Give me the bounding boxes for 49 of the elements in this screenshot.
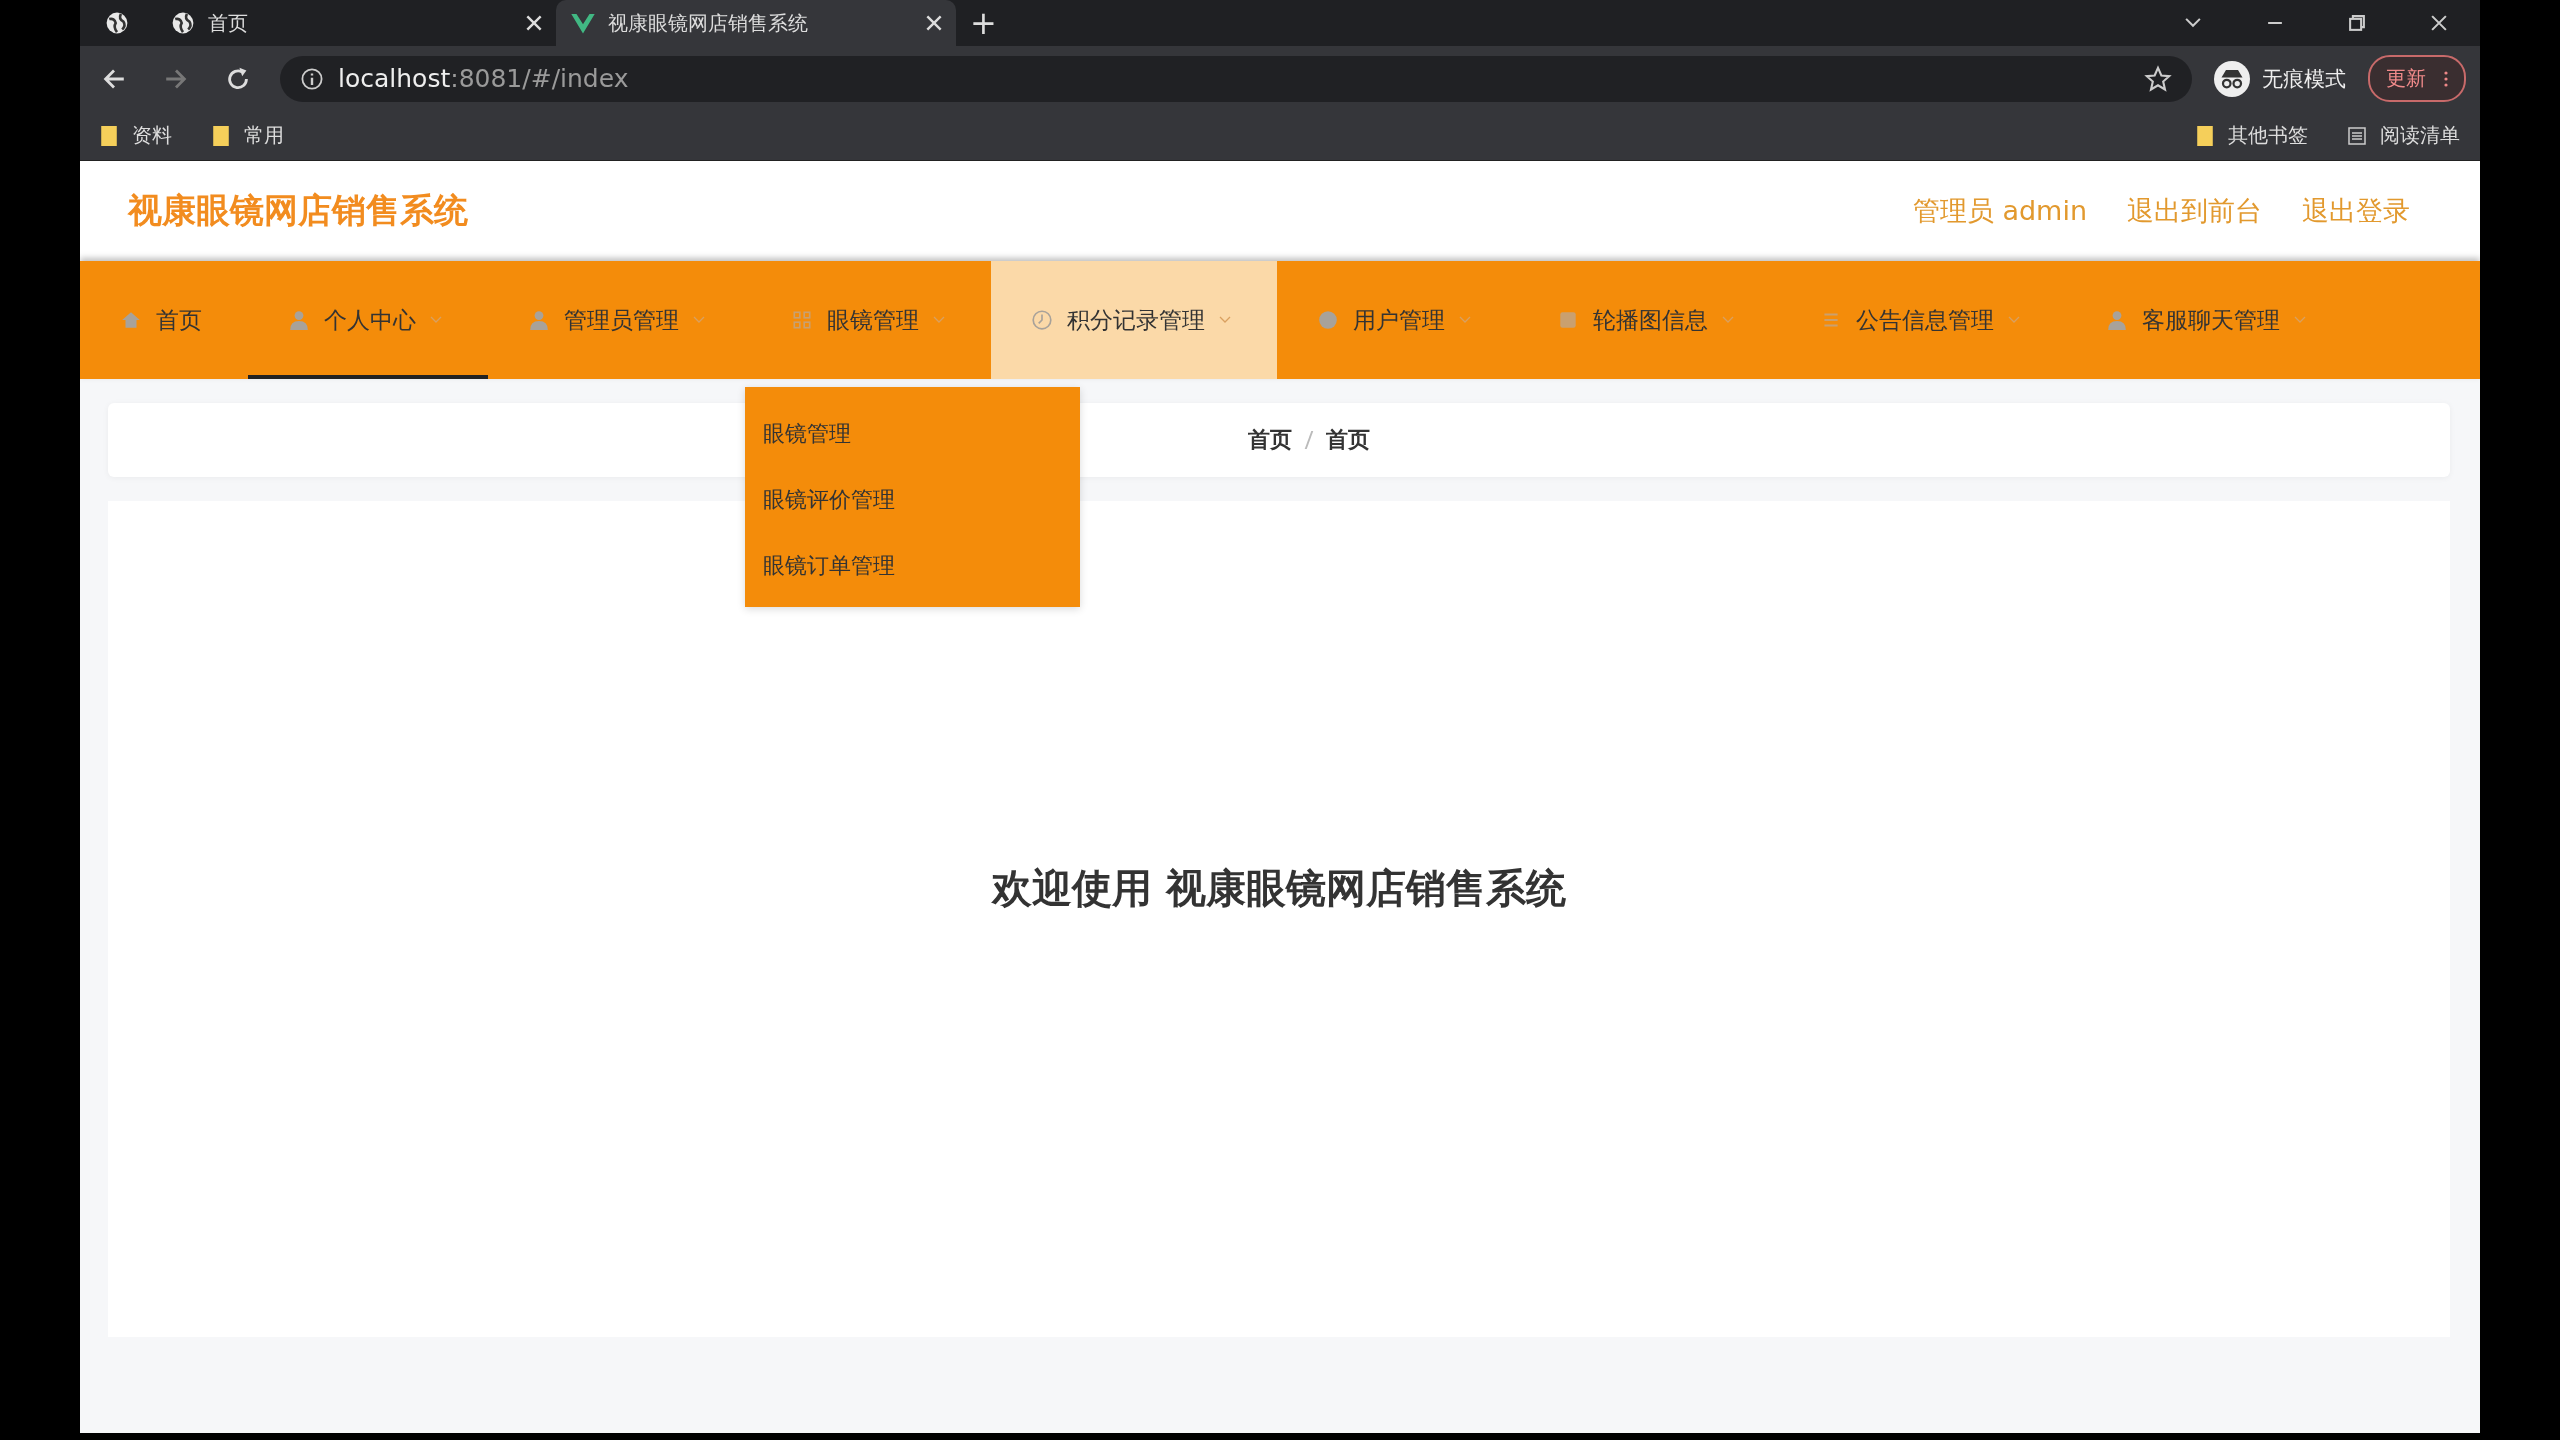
- folder-icon: [100, 125, 118, 146]
- nav-item[interactable]: 首页: [80, 261, 248, 379]
- breadcrumb-item[interactable]: 首页: [1248, 425, 1292, 455]
- close-icon[interactable]: [526, 15, 542, 31]
- globe-icon: [170, 10, 196, 36]
- person-icon: [528, 309, 550, 331]
- nav-item[interactable]: 积分记录管理: [991, 261, 1277, 379]
- grid-icon: [791, 309, 813, 331]
- clock-icon: [1031, 309, 1053, 331]
- more-icon: [2444, 70, 2448, 87]
- address-field[interactable]: localhost:8081/#/index: [280, 55, 2192, 102]
- menu-item[interactable]: 眼镜评价管理: [745, 467, 1080, 533]
- nav-item[interactable]: 用户管理: [1277, 261, 1517, 379]
- menu-item[interactable]: 眼镜管理: [745, 401, 1080, 467]
- incognito-icon: [2214, 60, 2250, 97]
- nav-item[interactable]: 个人中心: [248, 261, 488, 379]
- nav-item[interactable]: 公告信息管理: [1780, 261, 2066, 379]
- bookmark-folder[interactable]: 其他书签: [2196, 122, 2308, 149]
- site-title: 视康眼镜网店销售系统: [128, 189, 468, 232]
- browser-tab[interactable]: 视康眼镜网店销售系统: [556, 0, 956, 46]
- nav-item[interactable]: 轮播图信息: [1517, 261, 1780, 379]
- nav-item[interactable]: 客服聊天管理: [2066, 261, 2352, 379]
- reading-list-button[interactable]: 阅读清单: [2348, 122, 2460, 149]
- restore-icon[interactable]: [2346, 12, 2368, 34]
- tab-title: 首页: [208, 9, 249, 37]
- nav-item[interactable]: 眼镜管理: [751, 261, 991, 379]
- star-icon[interactable]: [2144, 64, 2172, 93]
- folder-icon: [2196, 125, 2214, 146]
- bookmark-folder[interactable]: 常用: [212, 122, 284, 149]
- new-tab-button[interactable]: +: [956, 4, 1011, 42]
- breadcrumb-item[interactable]: 首页: [1326, 425, 1370, 455]
- user-label: 管理员 admin: [1912, 194, 2087, 228]
- bookmark-folder[interactable]: 资料: [100, 122, 172, 149]
- info-icon: [300, 66, 324, 91]
- nav-item[interactable]: 管理员管理: [488, 261, 751, 379]
- circle-icon: [1317, 309, 1339, 331]
- tab-title: 视康眼镜网店销售系统: [608, 9, 809, 37]
- folder-icon: [212, 125, 230, 146]
- list-icon: [2348, 125, 2366, 146]
- globe-icon[interactable]: [104, 10, 130, 36]
- browser-tab[interactable]: 首页: [156, 0, 556, 46]
- image-icon: [1557, 309, 1579, 331]
- update-button[interactable]: 更新: [2368, 55, 2466, 102]
- close-icon[interactable]: [926, 15, 942, 31]
- person-icon: [288, 309, 310, 331]
- menu-item[interactable]: 眼镜订单管理: [745, 533, 1080, 599]
- welcome-heading: 欢迎使用 视康眼镜网店销售系统: [992, 864, 1566, 913]
- incognito-badge[interactable]: 无痕模式: [2214, 60, 2346, 97]
- person-icon: [2106, 309, 2128, 331]
